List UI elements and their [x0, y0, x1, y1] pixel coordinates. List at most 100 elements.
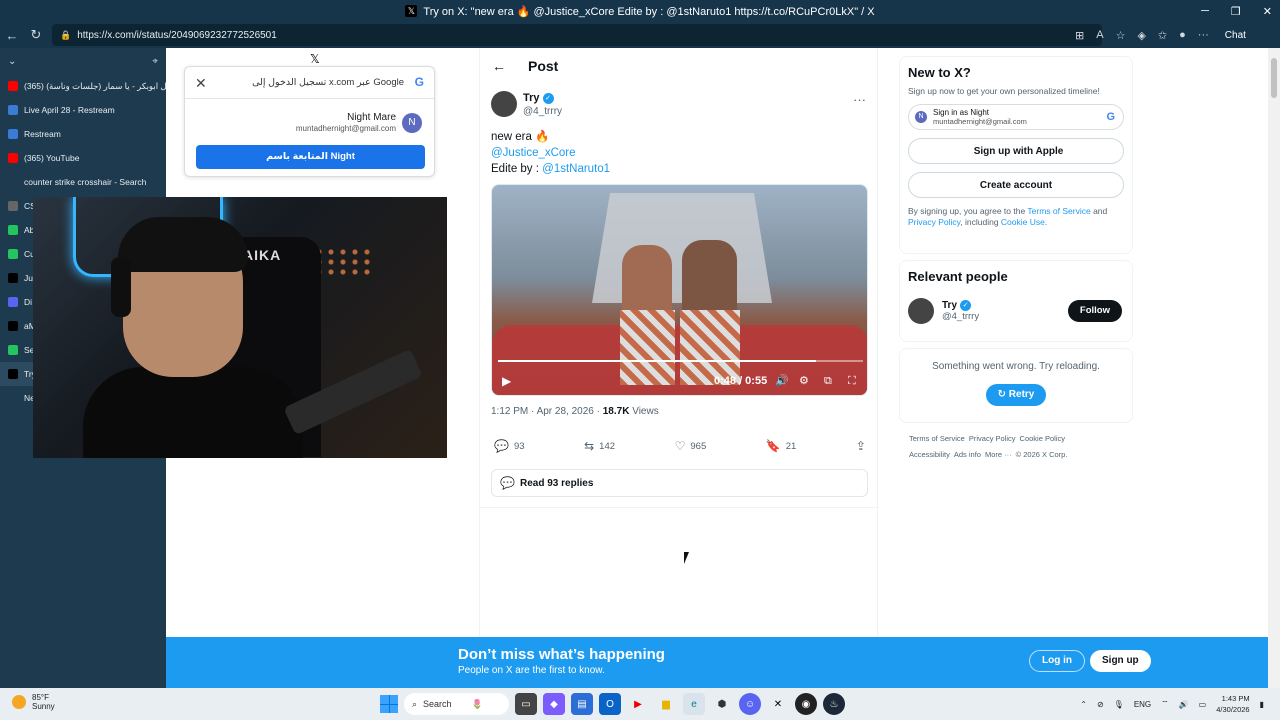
google-signin-button[interactable]: N Sign in as Night muntadhernight@gmail.…: [908, 104, 1124, 130]
more-options-icon[interactable]: ···: [853, 92, 866, 107]
footer-link[interactable]: Cookie Policy: [1020, 434, 1065, 443]
outlook-icon[interactable]: O: [599, 693, 621, 715]
wifi-icon[interactable]: ⌔: [1161, 699, 1169, 709]
task-view-icon[interactable]: ▭: [515, 693, 537, 715]
avatar: N: [915, 111, 927, 123]
bookmark-button[interactable]: 🔖 21: [766, 438, 797, 454]
reply-button[interactable]: 💬 93: [494, 438, 525, 454]
relevant-person-row[interactable]: Try ✓ @4_trrry Follow: [908, 296, 1124, 326]
footer-link[interactable]: More ···: [985, 450, 1012, 459]
fullscreen-icon[interactable]: ⛶: [848, 368, 856, 394]
favorites-icon[interactable]: ✩: [1158, 29, 1167, 42]
store-icon[interactable]: ▤: [571, 693, 593, 715]
discord-icon[interactable]: ☺: [739, 693, 761, 715]
edge-icon[interactable]: e: [683, 693, 705, 715]
video-progress-bar[interactable]: [498, 360, 863, 362]
log-in-button[interactable]: Log in: [1029, 650, 1085, 672]
picture-in-picture-icon[interactable]: ⧉: [824, 368, 832, 394]
maximize-button[interactable]: ❐: [1231, 5, 1241, 18]
streamer-body: [83, 367, 303, 458]
app-icon[interactable]: ⬢: [711, 693, 733, 715]
relevant-person-name[interactable]: Try ✓: [942, 300, 979, 311]
chevron-down-icon[interactable]: ⌄: [8, 56, 16, 67]
sign-up-with-apple-button[interactable]: Sign up with Apple: [908, 138, 1124, 164]
author-name-text[interactable]: Try: [523, 92, 540, 104]
footer-link[interactable]: Terms of Service: [909, 434, 965, 443]
terms-of-service-link[interactable]: Terms of Service: [1027, 206, 1090, 216]
obs-icon[interactable]: ◉: [795, 693, 817, 715]
relevant-person-handle[interactable]: @4_trrry: [942, 311, 979, 322]
relevant-person-name-text[interactable]: Try: [942, 300, 957, 311]
retry-button[interactable]: ↻ Retry: [985, 384, 1047, 406]
profile-avatar-icon[interactable]: ●: [1179, 29, 1186, 41]
sidebar-tab-item[interactable]: (365) اصيل ابوبكر - يا سمار (جلسات وناسة…: [0, 74, 166, 98]
copilot-icon[interactable]: ◆: [543, 693, 565, 715]
author-name[interactable]: Try ✓: [523, 92, 554, 104]
weather-widget[interactable]: 85°F Sunny: [12, 693, 55, 711]
volume-icon[interactable]: 🔊: [775, 368, 789, 394]
refresh-icon[interactable]: ↻: [24, 27, 48, 43]
footer-link[interactable]: © 2026 X Corp.: [1016, 450, 1068, 459]
file-explorer-icon[interactable]: ▆: [655, 693, 677, 715]
avatar[interactable]: [908, 298, 934, 324]
follow-button[interactable]: Follow: [1067, 300, 1122, 322]
privacy-policy-link[interactable]: Privacy Policy: [908, 217, 960, 227]
mention-link[interactable]: @1stNaruto1: [542, 163, 610, 175]
back-icon[interactable]: ←: [0, 28, 24, 43]
address-bar[interactable]: 🔒 https://x.com/i/status/204906923277252…: [52, 24, 1102, 46]
close-icon[interactable]: ✕: [195, 75, 207, 92]
continue-as-button[interactable]: المتابعة باسم Night: [196, 145, 425, 169]
sidebar-tab-item[interactable]: Restream: [0, 122, 166, 146]
bookmark-icon: 🔖: [765, 439, 781, 453]
footer-link[interactable]: Ads info: [954, 450, 981, 459]
chevron-up-icon[interactable]: ⌃: [1080, 700, 1087, 709]
share-button[interactable]: ⇪: [856, 438, 866, 454]
extension-icon[interactable]: ◈: [1137, 29, 1145, 42]
footer-link[interactable]: Accessibility: [909, 450, 950, 459]
apps-icon[interactable]: ⊞: [1075, 29, 1084, 42]
volume-icon[interactable]: 🔊: [1179, 700, 1189, 709]
cookie-use-link[interactable]: Cookie Use: [1001, 217, 1045, 227]
notification-icon[interactable]: ▮: [1260, 700, 1264, 709]
create-account-button[interactable]: Create account: [908, 172, 1124, 198]
avatar[interactable]: [491, 91, 517, 117]
x-logo-icon[interactable]: 𝕏: [310, 52, 320, 66]
sun-icon: [12, 695, 26, 709]
youtube-icon[interactable]: ▶: [627, 693, 649, 715]
sidebar-tab-item[interactable]: (365) YouTube: [0, 146, 166, 170]
scrollbar[interactable]: [1268, 48, 1280, 688]
play-icon[interactable]: ▶: [502, 368, 511, 394]
post-timestamp[interactable]: 1:12 PM · Apr 28, 2026 ·: [491, 406, 603, 417]
author-handle[interactable]: @4_trrry: [523, 106, 562, 117]
divider: [185, 98, 434, 99]
x-app-icon[interactable]: ✕: [767, 693, 789, 715]
language-indicator[interactable]: ENG: [1134, 700, 1151, 709]
menu-dots-icon[interactable]: ···: [1198, 29, 1209, 41]
read-aloud-icon[interactable]: A: [1096, 29, 1103, 41]
copilot-chat-button[interactable]: Chat: [1225, 30, 1246, 41]
mention-link[interactable]: @Justice_xCore: [491, 145, 610, 161]
video-progress-fill: [498, 360, 816, 362]
footer-link[interactable]: Privacy Policy: [969, 434, 1016, 443]
battery-icon[interactable]: ▭: [1199, 700, 1207, 709]
repost-button[interactable]: ⇆ 142: [584, 438, 615, 454]
minimize-button[interactable]: ─: [1201, 5, 1209, 17]
sidebar-tab-item[interactable]: counter strike crosshair - Search: [0, 170, 166, 194]
network-icon[interactable]: ⊘: [1097, 700, 1104, 709]
pin-icon[interactable]: ⌖: [152, 56, 158, 67]
close-window-button[interactable]: ✕: [1263, 5, 1272, 18]
favorite-star-icon[interactable]: ☆: [1116, 29, 1126, 42]
sign-up-button[interactable]: Sign up: [1090, 650, 1151, 672]
clock[interactable]: 1:43 PM 4/30/2026: [1216, 693, 1249, 715]
back-arrow-icon[interactable]: ←: [492, 58, 506, 74]
taskbar-search[interactable]: ⌕ Search 🌷: [404, 693, 509, 715]
like-button[interactable]: ♡ 965: [675, 438, 707, 454]
scrollbar-thumb[interactable]: [1271, 58, 1277, 98]
read-replies-button[interactable]: 💬 Read 93 replies: [491, 469, 868, 497]
sidebar-tab-item[interactable]: Live April 28 - Restream: [0, 98, 166, 122]
windows-start-icon[interactable]: [380, 695, 398, 713]
microphone-icon[interactable]: 🎙: [1114, 700, 1124, 709]
steam-icon[interactable]: ♨: [823, 693, 845, 715]
settings-gear-icon[interactable]: ⚙: [799, 368, 809, 394]
video-player[interactable]: ▶ 0:48 / 0:55 🔊 ⚙ ⧉ ⛶: [491, 184, 868, 396]
